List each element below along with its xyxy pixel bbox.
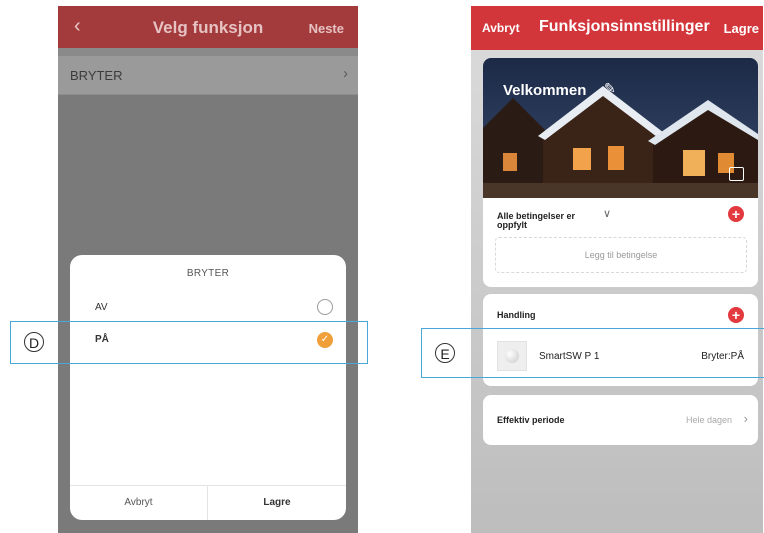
effective-period-value: Hele dagen (685, 415, 732, 425)
add-action-icon[interactable]: + (728, 307, 744, 323)
callout-box-d (10, 321, 368, 364)
option-off-label: AV (95, 302, 108, 313)
header-divider (58, 48, 358, 56)
chevron-right-icon: › (343, 65, 348, 82)
add-condition-area[interactable]: Legg til betingelse (495, 237, 747, 273)
add-condition-icon[interactable]: + (728, 206, 744, 222)
page-title: Funksjonsinnstillinger (539, 18, 710, 35)
callout-box-e (421, 328, 764, 378)
scene-card: Velkommen ✎ Alle betingelser er oppfylt … (483, 58, 758, 287)
callout-label-e: E (435, 343, 455, 363)
chevron-down-icon[interactable]: ∨ (603, 207, 611, 220)
effective-period-row[interactable]: Effektiv periode Hele dagen › (483, 395, 758, 445)
phone-screen-function-settings: Avbryt Funksjonsinnstillinger Lagre Velk… (471, 6, 763, 533)
chevron-right-icon: › (743, 411, 748, 426)
function-row-switch[interactable]: BRYTER › (58, 56, 358, 95)
phone-screen-select-function: ‹ Velg funksjon Neste BRYTER › BRYTER AV… (58, 6, 358, 533)
condition-mode-label[interactable]: Alle betingelser er oppfylt (497, 212, 597, 230)
scene-cover-image (483, 58, 758, 198)
sheet-footer: Avbryt Lagre (70, 485, 346, 520)
sheet-title: BRYTER (186, 268, 230, 279)
cancel-button[interactable]: Avbryt (70, 486, 208, 520)
header-bar: Avbryt Funksjonsinnstillinger Lagre (471, 6, 763, 50)
option-off[interactable]: AV (70, 293, 346, 323)
scene-name: Velkommen (503, 82, 587, 99)
cancel-button[interactable]: Avbryt (482, 21, 520, 35)
action-section-title: Handling (497, 310, 536, 320)
radio-unchecked-icon[interactable] (317, 299, 333, 315)
header-bar: ‹ Velg funksjon Neste (58, 6, 358, 48)
callout-label-d: D (24, 332, 44, 352)
next-button[interactable]: Neste (309, 21, 344, 36)
function-row-label: BRYTER (70, 68, 123, 83)
image-icon[interactable] (729, 167, 744, 181)
pencil-icon[interactable]: ✎ (604, 80, 616, 97)
switch-option-sheet: BRYTER AV PÅ ✓ Avbryt Lagre (70, 255, 346, 520)
save-button[interactable]: Lagre (208, 486, 346, 520)
save-button[interactable]: Lagre (724, 21, 759, 36)
effective-period-label: Effektiv periode (497, 415, 565, 425)
add-condition-label: Legg til betingelse (584, 250, 658, 260)
